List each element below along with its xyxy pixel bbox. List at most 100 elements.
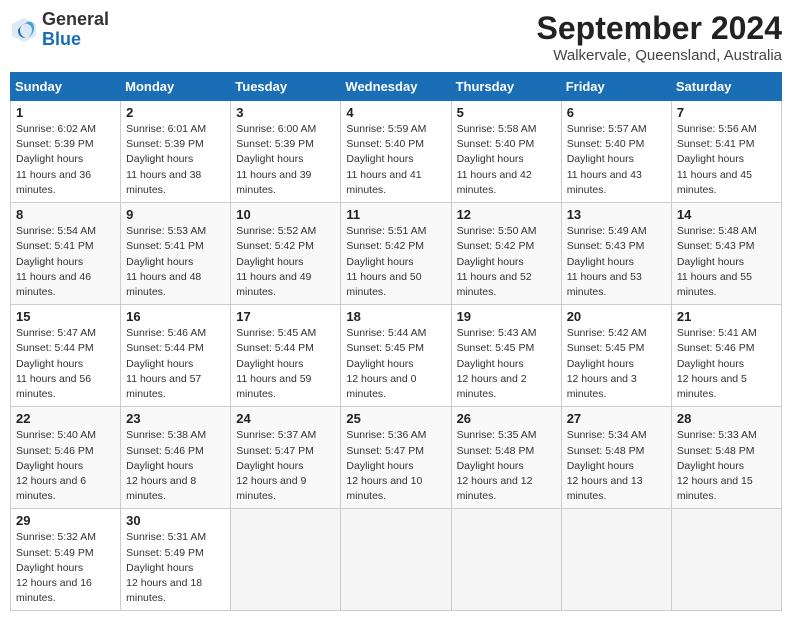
- month-title: September 2024: [537, 10, 782, 47]
- day-number: 21: [677, 309, 776, 324]
- calendar-day-cell: [671, 509, 781, 611]
- day-number: 4: [346, 105, 445, 120]
- calendar-day-cell: 28 Sunrise: 5:33 AMSunset: 5:48 PMDayligh…: [671, 407, 781, 509]
- calendar-day-cell: [341, 509, 451, 611]
- day-number: 18: [346, 309, 445, 324]
- day-info: Sunrise: 5:34 AMSunset: 5:48 PMDaylight …: [567, 428, 666, 504]
- day-info: Sunrise: 5:57 AMSunset: 5:40 PMDaylight …: [567, 122, 666, 198]
- day-number: 3: [236, 105, 335, 120]
- logo: General Blue: [10, 10, 109, 50]
- weekday-header-wednesday: Wednesday: [341, 73, 451, 101]
- day-info: Sunrise: 5:56 AMSunset: 5:41 PMDaylight …: [677, 122, 776, 198]
- day-info: Sunrise: 5:50 AMSunset: 5:42 PMDaylight …: [457, 224, 556, 300]
- calendar-day-cell: 15Sunrise: 5:47 AMSunset: 5:44 PMDayligh…: [11, 305, 121, 407]
- day-number: 25: [346, 411, 445, 426]
- day-number: 11: [346, 207, 445, 222]
- calendar-week-row: 15Sunrise: 5:47 AMSunset: 5:44 PMDayligh…: [11, 305, 782, 407]
- day-info: Sunrise: 5:36 AMSunset: 5:47 PMDaylight …: [346, 428, 445, 504]
- day-number: 22: [16, 411, 115, 426]
- calendar-day-cell: 27 Sunrise: 5:34 AMSunset: 5:48 PMDayligh…: [561, 407, 671, 509]
- day-info: Sunrise: 5:35 AMSunset: 5:48 PMDaylight …: [457, 428, 556, 504]
- calendar-day-cell: [561, 509, 671, 611]
- calendar-day-cell: 11 Sunrise: 5:51 AMSunset: 5:42 PMDayligh…: [341, 203, 451, 305]
- day-number: 23: [126, 411, 225, 426]
- day-number: 1: [16, 105, 115, 120]
- calendar-day-cell: 19 Sunrise: 5:43 AMSunset: 5:45 PMDayligh…: [451, 305, 561, 407]
- calendar-day-cell: 25 Sunrise: 5:36 AMSunset: 5:47 PMDayligh…: [341, 407, 451, 509]
- calendar-day-cell: 21 Sunrise: 5:41 AMSunset: 5:46 PMDayligh…: [671, 305, 781, 407]
- weekday-header-tuesday: Tuesday: [231, 73, 341, 101]
- calendar-day-cell: 24 Sunrise: 5:37 AMSunset: 5:47 PMDayligh…: [231, 407, 341, 509]
- calendar-day-cell: 14 Sunrise: 5:48 AMSunset: 5:43 PMDayligh…: [671, 203, 781, 305]
- calendar-day-cell: 7 Sunrise: 5:56 AMSunset: 5:41 PMDaylight…: [671, 101, 781, 203]
- calendar-day-cell: 29 Sunrise: 5:32 AMSunset: 5:49 PMDayligh…: [11, 509, 121, 611]
- day-number: 7: [677, 105, 776, 120]
- day-info: Sunrise: 5:31 AMSunset: 5:49 PMDaylight …: [126, 530, 225, 606]
- calendar-day-cell: 9 Sunrise: 5:53 AMSunset: 5:41 PMDaylight…: [121, 203, 231, 305]
- day-info: Sunrise: 6:01 AMSunset: 5:39 PMDaylight …: [126, 122, 225, 198]
- weekday-header-thursday: Thursday: [451, 73, 561, 101]
- day-info: Sunrise: 5:41 AMSunset: 5:46 PMDaylight …: [677, 326, 776, 402]
- day-number: 26: [457, 411, 556, 426]
- day-number: 6: [567, 105, 666, 120]
- weekday-header-sunday: Sunday: [11, 73, 121, 101]
- day-number: 28: [677, 411, 776, 426]
- day-number: 2: [126, 105, 225, 120]
- day-info: Sunrise: 5:52 AMSunset: 5:42 PMDaylight …: [236, 224, 335, 300]
- day-info: Sunrise: 5:45 AMSunset: 5:44 PMDaylight …: [236, 326, 335, 402]
- logo-text: General Blue: [42, 10, 109, 50]
- calendar-day-cell: 17Sunrise: 5:45 AMSunset: 5:44 PMDayligh…: [231, 305, 341, 407]
- day-number: 27: [567, 411, 666, 426]
- day-number: 16: [126, 309, 225, 324]
- weekday-header-friday: Friday: [561, 73, 671, 101]
- day-info: Sunrise: 5:38 AMSunset: 5:46 PMDaylight …: [126, 428, 225, 504]
- calendar-day-cell: [451, 509, 561, 611]
- day-number: 29: [16, 513, 115, 528]
- day-info: Sunrise: 5:53 AMSunset: 5:41 PMDaylight …: [126, 224, 225, 300]
- day-info: Sunrise: 5:47 AMSunset: 5:44 PMDaylight …: [16, 326, 115, 402]
- location-title: Walkervale, Queensland, Australia: [537, 47, 782, 64]
- calendar-day-cell: 18 Sunrise: 5:44 AMSunset: 5:45 PMDayligh…: [341, 305, 451, 407]
- calendar-week-row: 1 Sunrise: 6:02 AMSunset: 5:39 PMDaylight…: [11, 101, 782, 203]
- day-info: Sunrise: 5:37 AMSunset: 5:47 PMDaylight …: [236, 428, 335, 504]
- calendar-day-cell: 16 Sunrise: 5:46 AMSunset: 5:44 PMDayligh…: [121, 305, 231, 407]
- calendar-day-cell: 2 Sunrise: 6:01 AMSunset: 5:39 PMDaylight…: [121, 101, 231, 203]
- day-number: 10: [236, 207, 335, 222]
- day-number: 8: [16, 207, 115, 222]
- calendar-day-cell: 5Sunrise: 5:58 AMSunset: 5:40 PMDaylight…: [451, 101, 561, 203]
- calendar-day-cell: 22Sunrise: 5:40 AMSunset: 5:46 PMDayligh…: [11, 407, 121, 509]
- day-info: Sunrise: 5:32 AMSunset: 5:49 PMDaylight …: [16, 530, 115, 606]
- day-number: 12: [457, 207, 556, 222]
- day-number: 24: [236, 411, 335, 426]
- day-number: 30: [126, 513, 225, 528]
- day-info: Sunrise: 5:42 AMSunset: 5:45 PMDaylight …: [567, 326, 666, 402]
- calendar-day-cell: 20 Sunrise: 5:42 AMSunset: 5:45 PMDayligh…: [561, 305, 671, 407]
- calendar-day-cell: 6 Sunrise: 5:57 AMSunset: 5:40 PMDaylight…: [561, 101, 671, 203]
- day-info: Sunrise: 6:02 AMSunset: 5:39 PMDaylight …: [16, 122, 115, 198]
- day-info: Sunrise: 5:43 AMSunset: 5:45 PMDaylight …: [457, 326, 556, 402]
- day-info: Sunrise: 5:48 AMSunset: 5:43 PMDaylight …: [677, 224, 776, 300]
- day-number: 9: [126, 207, 225, 222]
- calendar-day-cell: 26 Sunrise: 5:35 AMSunset: 5:48 PMDayligh…: [451, 407, 561, 509]
- title-area: September 2024 Walkervale, Queensland, A…: [537, 10, 782, 64]
- day-info: Sunrise: 5:33 AMSunset: 5:48 PMDaylight …: [677, 428, 776, 504]
- calendar-day-cell: 13 Sunrise: 5:49 AMSunset: 5:43 PMDayligh…: [561, 203, 671, 305]
- day-info: Sunrise: 6:00 AMSunset: 5:39 PMDaylight …: [236, 122, 335, 198]
- day-info: Sunrise: 5:54 AMSunset: 5:41 PMDaylight …: [16, 224, 115, 300]
- calendar-week-row: 8 Sunrise: 5:54 AMSunset: 5:41 PMDaylight…: [11, 203, 782, 305]
- day-number: 13: [567, 207, 666, 222]
- day-info: Sunrise: 5:59 AMSunset: 5:40 PMDaylight …: [346, 122, 445, 198]
- day-number: 20: [567, 309, 666, 324]
- day-info: Sunrise: 5:51 AMSunset: 5:42 PMDaylight …: [346, 224, 445, 300]
- day-number: 19: [457, 309, 556, 324]
- calendar-week-row: 22Sunrise: 5:40 AMSunset: 5:46 PMDayligh…: [11, 407, 782, 509]
- calendar-day-cell: 30 Sunrise: 5:31 AMSunset: 5:49 PMDayligh…: [121, 509, 231, 611]
- page-header: General Blue September 2024 Walkervale, …: [10, 10, 782, 64]
- day-number: 14: [677, 207, 776, 222]
- calendar-day-cell: 1 Sunrise: 6:02 AMSunset: 5:39 PMDaylight…: [11, 101, 121, 203]
- day-info: Sunrise: 5:49 AMSunset: 5:43 PMDaylight …: [567, 224, 666, 300]
- calendar-day-cell: 4 Sunrise: 5:59 AMSunset: 5:40 PMDaylight…: [341, 101, 451, 203]
- weekday-header-row: SundayMondayTuesdayWednesdayThursdayFrid…: [11, 73, 782, 101]
- day-info: Sunrise: 5:46 AMSunset: 5:44 PMDaylight …: [126, 326, 225, 402]
- day-info: Sunrise: 5:44 AMSunset: 5:45 PMDaylight …: [346, 326, 445, 402]
